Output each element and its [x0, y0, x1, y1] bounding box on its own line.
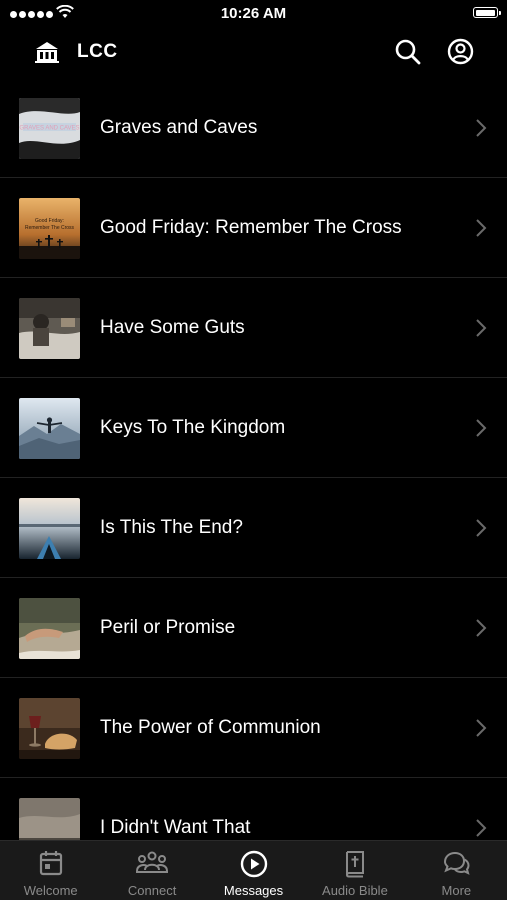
message-thumbnail — [19, 798, 80, 840]
bible-icon — [345, 851, 364, 878]
tab-label: More — [441, 883, 472, 898]
chevron-right-icon — [476, 619, 487, 637]
chevron-right-icon — [476, 219, 487, 237]
account-icon[interactable] — [447, 38, 474, 65]
messages-list: GRAVES AND CAVES Graves and Caves Good F… — [0, 78, 507, 840]
message-title: The Power of Communion — [100, 717, 321, 738]
message-title: Peril or Promise — [100, 617, 236, 638]
message-thumbnail — [19, 398, 80, 459]
tab-label: Welcome — [23, 883, 78, 898]
message-title: Have Some Guts — [100, 317, 245, 338]
message-title: Graves and Caves — [100, 117, 258, 138]
chevron-right-icon — [476, 419, 487, 437]
chevron-right-icon — [476, 819, 487, 837]
list-item[interactable]: Good Friday: Remember The Cross Good Fri… — [0, 178, 507, 278]
message-title: Keys To The Kingdom — [100, 417, 286, 438]
thumbnail-text: GRAVES AND CAVES — [19, 126, 79, 132]
chevron-right-icon — [476, 319, 487, 337]
calendar-icon — [39, 851, 62, 876]
play-circle-icon — [240, 850, 267, 878]
message-thumbnail — [19, 698, 80, 759]
list-item[interactable]: The Power of Communion — [0, 678, 507, 778]
message-thumbnail — [19, 298, 80, 359]
message-title: Is This The End? — [100, 517, 243, 538]
chevron-right-icon — [476, 519, 487, 537]
message-thumbnail: GRAVES AND CAVES — [19, 98, 80, 159]
search-icon[interactable] — [394, 38, 422, 66]
list-item[interactable]: Is This The End? — [0, 478, 507, 578]
tab-label: Messages — [223, 883, 284, 898]
tab-connect[interactable]: Connect — [101, 841, 202, 900]
chevron-right-icon — [476, 119, 487, 137]
list-item[interactable]: Keys To The Kingdom — [0, 378, 507, 478]
chat-bubbles-icon — [444, 851, 470, 875]
tab-label: Connect — [127, 883, 177, 898]
message-title: I Didn't Want That — [100, 817, 251, 838]
message-thumbnail — [19, 598, 80, 659]
message-thumbnail — [19, 498, 80, 559]
list-item[interactable]: Have Some Guts — [0, 278, 507, 378]
status-time: 10:26 AM — [220, 5, 287, 22]
list-item[interactable]: Peril or Promise — [0, 578, 507, 678]
list-item[interactable]: GRAVES AND CAVES Graves and Caves — [0, 78, 507, 178]
status-bar: 10:26 AM — [0, 0, 507, 28]
svg-text:Remember The Cross: Remember The Cross — [25, 225, 75, 231]
list-item[interactable]: I Didn't Want That — [0, 778, 507, 840]
battery-icon — [473, 7, 501, 18]
chevron-right-icon — [476, 719, 487, 737]
tab-bar: Welcome Connect Messages Audio Bible Mor… — [0, 840, 507, 900]
tab-welcome[interactable]: Welcome — [0, 841, 101, 900]
tab-more[interactable]: More — [406, 841, 507, 900]
app-title: LCC — [77, 41, 118, 62]
tab-label: Audio Bible — [322, 883, 388, 898]
app-header: LCC — [0, 28, 507, 78]
message-title: Good Friday: Remember The Cross — [100, 217, 402, 238]
church-logo-icon — [35, 42, 59, 63]
people-icon — [136, 851, 169, 873]
message-thumbnail: Good Friday: Remember The Cross — [19, 198, 80, 259]
tab-audio-bible[interactable]: Audio Bible — [304, 841, 405, 900]
tab-messages[interactable]: Messages — [203, 841, 304, 900]
svg-text:Good Friday:: Good Friday: — [35, 218, 64, 224]
